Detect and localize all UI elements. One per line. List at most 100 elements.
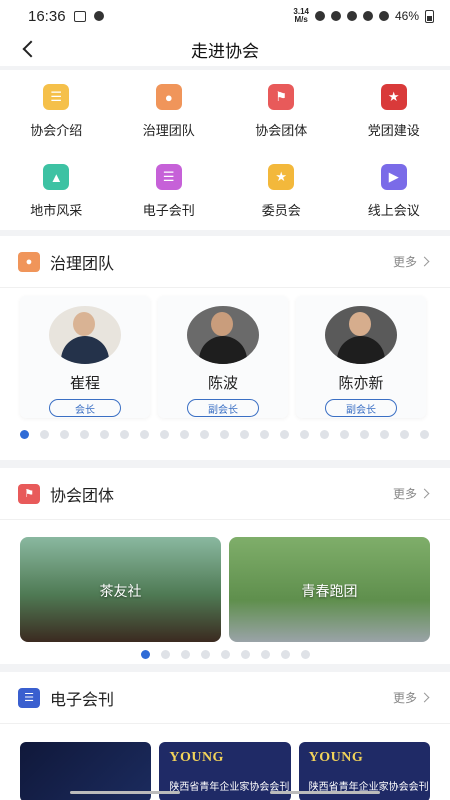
menu-item[interactable]: ▶ 线上会议 (338, 150, 450, 230)
menu-item[interactable]: ★ 委员会 (225, 150, 338, 230)
pagination-dot[interactable] (140, 430, 149, 439)
pagination-dot[interactable] (201, 650, 210, 659)
team-section: ● 治理团队 更多 崔程 会长 陈波 副会长 陈亦新 副会长 (0, 236, 450, 460)
team-section-header: ● 治理团队 更多 (0, 236, 450, 288)
back-arrow-icon (22, 40, 40, 58)
group-label: 青春跑团 (301, 583, 358, 599)
team-section-title: 治理团队 (50, 255, 115, 273)
pagination-dot[interactable] (180, 430, 189, 439)
chevron-right-icon (419, 256, 430, 267)
menu-item[interactable]: ☰ 电子会刊 (113, 150, 226, 230)
network-speed: 3.14 M/s (293, 7, 309, 24)
back-button[interactable] (14, 35, 42, 63)
pagination-dot[interactable] (161, 650, 170, 659)
pagination-dot[interactable] (340, 430, 349, 439)
pagination-dot[interactable] (420, 430, 429, 439)
menu-label: 协会团体 (255, 123, 308, 138)
pagination-dot[interactable] (360, 430, 369, 439)
journal-more-link[interactable]: 更多 (393, 689, 430, 706)
video-icon: ▶ (380, 164, 407, 190)
battery-percent: 46% (394, 9, 419, 23)
avatar (325, 306, 397, 364)
menu-label: 党团建设 (367, 123, 420, 138)
member-role-badge: 副会长 (325, 399, 397, 417)
home-indicator (0, 791, 450, 794)
pagination-dot[interactable] (120, 430, 129, 439)
groups-more-link[interactable]: 更多 (393, 485, 430, 502)
menu-label: 地市风采 (30, 203, 83, 218)
group-card[interactable]: 青春跑团 (229, 537, 430, 642)
journal-section: ☰ 电子会刊 更多 YOUNG 陕西省青年企业家协会会刊 YOUNG 陕西省青年… (0, 672, 450, 800)
menu-item[interactable]: ★ 党团建设 (338, 70, 450, 150)
signal-icon (378, 11, 389, 21)
member-role-badge: 副会长 (187, 399, 259, 417)
status-bar: 16:36 3.14 M/s 46% (0, 0, 450, 32)
pagination-dot[interactable] (220, 430, 229, 439)
member-card[interactable]: 陈亦新 副会长 (296, 296, 426, 418)
group-label: 茶友社 (99, 583, 142, 599)
menu-label: 委员会 (261, 203, 301, 218)
team-more-link[interactable]: 更多 (393, 253, 430, 270)
pagination-dot[interactable] (20, 430, 29, 439)
member-name: 陈波 (207, 375, 238, 392)
document-icon: ☰ (43, 84, 70, 110)
menu-grid: ☰ 协会介绍 ● 治理团队 ⚑ 协会团体 ★ 党团建设 ▲ 地市风采 ☰ 电子会刊 ★ 委员会 ▶ 线上会议 (0, 70, 450, 230)
battery-icon (425, 9, 434, 23)
groups-section-title: 协会团体 (50, 487, 115, 505)
pagination-dot[interactable] (141, 650, 150, 659)
bluetooth-icon (346, 11, 357, 21)
pagination-dot[interactable] (300, 430, 309, 439)
pagination-dot[interactable] (380, 430, 389, 439)
pagination-dot[interactable] (181, 650, 190, 659)
flag-icon: ⚑ (268, 84, 295, 110)
member-role-badge: 会长 (49, 399, 121, 417)
menu-item[interactable]: ☰ 协会介绍 (0, 70, 113, 150)
menu-label: 协会介绍 (30, 123, 83, 138)
pagination-dot[interactable] (100, 430, 109, 439)
member-card[interactable]: 陈波 副会长 (158, 296, 288, 418)
pagination-dot[interactable] (240, 430, 249, 439)
pagination-dot[interactable] (40, 430, 49, 439)
pagination-dot[interactable] (60, 430, 69, 439)
group-carousel[interactable]: 茶友社 青春跑团 (0, 520, 450, 642)
menu-item[interactable]: ● 治理团队 (113, 70, 226, 150)
person-icon: ● (155, 84, 182, 110)
page-title: 走进协会 (191, 41, 259, 61)
person-icon: ● (18, 251, 40, 272)
flag-icon: ⚑ (18, 483, 40, 504)
image-icon: ▲ (43, 164, 70, 190)
member-carousel[interactable]: 崔程 会长 陈波 副会长 陈亦新 副会长 (0, 288, 450, 418)
pagination-dot[interactable] (80, 430, 89, 439)
pagination-dot[interactable] (280, 430, 289, 439)
member-name: 陈亦新 (338, 375, 384, 392)
mute-icon (330, 11, 341, 21)
pagination-dot[interactable] (301, 650, 310, 659)
chevron-right-icon (419, 488, 430, 499)
alarm-icon (314, 11, 325, 21)
wifi-icon (362, 11, 373, 21)
menu-label: 治理团队 (142, 123, 195, 138)
pagination-dot[interactable] (281, 650, 290, 659)
menu-item[interactable]: ⚑ 协会团体 (225, 70, 338, 150)
avatar (49, 306, 121, 364)
pagination-dot[interactable] (241, 650, 250, 659)
pagination-dot[interactable] (320, 430, 329, 439)
nav-bar: 走进协会 (0, 32, 450, 66)
carousel-pagination (0, 650, 450, 659)
pagination-dot[interactable] (221, 650, 230, 659)
carousel-pagination (0, 430, 450, 439)
group-card[interactable]: 茶友社 (20, 537, 221, 642)
document-icon: ☰ (18, 687, 40, 708)
medal-icon: ★ (268, 164, 295, 190)
pagination-dot[interactable] (200, 430, 209, 439)
pagination-dot[interactable] (400, 430, 409, 439)
pagination-dot[interactable] (261, 650, 270, 659)
pagination-dot[interactable] (260, 430, 269, 439)
groups-section-header: ⚑ 协会团体 更多 (0, 468, 450, 520)
notification-icon (93, 11, 104, 21)
journal-list[interactable]: YOUNG 陕西省青年企业家协会会刊 YOUNG 陕西省青年企业家协会会刊 (0, 724, 450, 800)
member-card[interactable]: 崔程 会长 (20, 296, 150, 418)
menu-label: 线上会议 (367, 203, 420, 218)
pagination-dot[interactable] (160, 430, 169, 439)
menu-item[interactable]: ▲ 地市风采 (0, 150, 113, 230)
